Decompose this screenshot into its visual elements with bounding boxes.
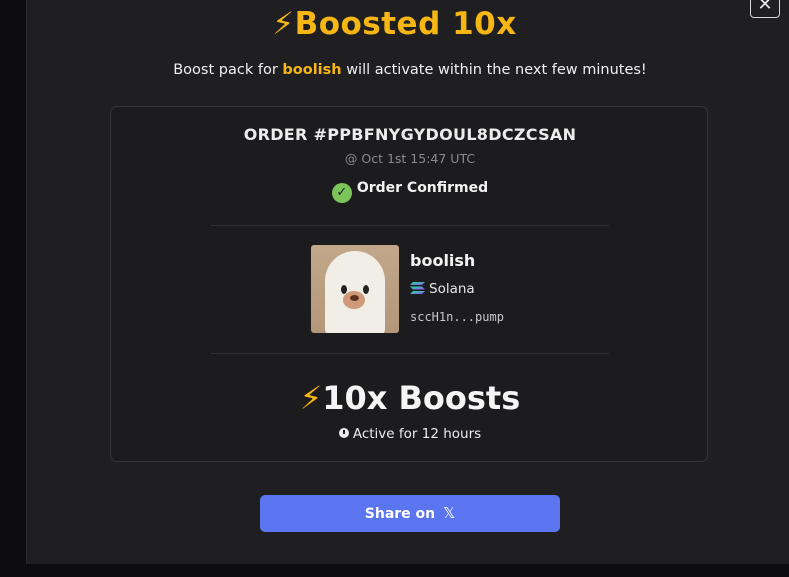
divider (211, 353, 609, 354)
order-status: ✓ Order Confirmed (111, 180, 709, 203)
solana-icon (410, 282, 425, 294)
order-id: ORDER #PPBFNYGYDOUL8DCZCSAN (243, 125, 577, 144)
share-on-x-button[interactable]: Share on 𝕏 (260, 495, 560, 532)
boost-duration-text: Active for 12 hours (352, 426, 482, 442)
check-circle-icon: ✓ (331, 183, 352, 203)
clock-icon (338, 428, 349, 438)
divider (211, 225, 609, 226)
modal-title: ⚡Boosted 10x (0, 6, 789, 42)
order-timestamp: @ Oct 1st 15:47 UTC (344, 151, 476, 166)
share-button-label: Share on (364, 506, 436, 522)
modal-subtitle: Boost pack for boolish will activate wit… (0, 62, 789, 78)
boost-duration: Active for 12 hours (111, 426, 709, 442)
order-status-text: Order Confirmed (356, 180, 489, 196)
subtitle-prefix: Boost pack for (173, 62, 283, 78)
ghost-eye-right (363, 285, 369, 294)
token-address: sccH1n...pump (410, 310, 504, 324)
ghost-nose (350, 295, 359, 301)
order-card: ORDER #PPBFNYGYDOUL8DCZCSAN @ Oct 1st 15… (110, 106, 708, 462)
lightning-bolt-icon: ⚡ (272, 6, 295, 42)
boost-count: ⚡10x Boosts (111, 379, 709, 417)
modal-title-text: Boosted 10x (294, 6, 517, 42)
token-chain-label: Solana (429, 281, 475, 297)
lightning-bolt-icon: ⚡ (299, 379, 323, 417)
token-avatar (311, 245, 399, 333)
x-logo-icon: 𝕏 (443, 504, 456, 522)
token-name: boolish (410, 251, 476, 270)
boost-label: 10x Boosts (322, 379, 521, 417)
subtitle-token-name: boolish (282, 62, 342, 78)
subtitle-suffix: will activate within the next few minute… (341, 62, 647, 78)
token-chain: Solana (410, 281, 475, 297)
